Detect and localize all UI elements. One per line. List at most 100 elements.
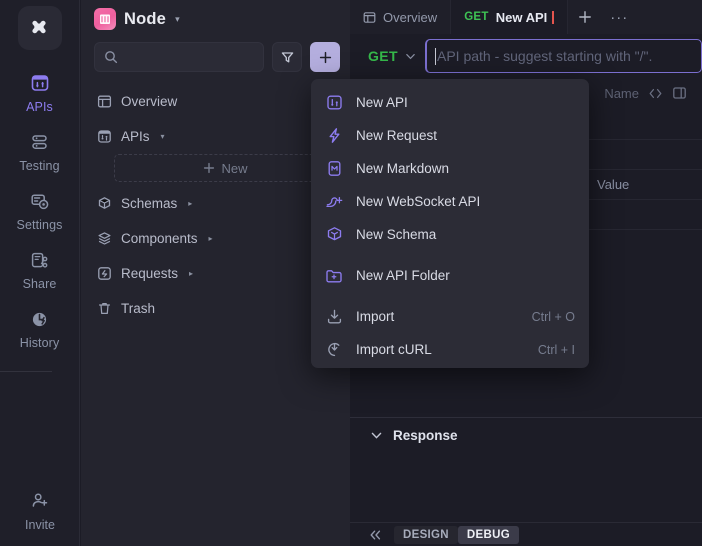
tab-label: Overview: [383, 9, 438, 25]
testing-icon: [28, 130, 52, 154]
tree-item-overview[interactable]: Overview: [81, 84, 350, 119]
schemas-icon: [96, 196, 112, 212]
side-panel-icon[interactable]: [672, 86, 687, 100]
apis-icon: [96, 129, 112, 145]
menu-item-new-api[interactable]: New API: [311, 86, 589, 119]
code-brackets-icon[interactable]: [648, 87, 663, 100]
chevron-right-icon[interactable]: ▸: [209, 234, 213, 243]
overview-icon: [363, 11, 376, 23]
sidebar-item-label: History: [19, 336, 60, 350]
invite-label: Invite: [25, 518, 55, 532]
filter-button[interactable]: [272, 42, 302, 72]
menu-separator: [311, 292, 589, 300]
apis-icon: [28, 71, 52, 95]
filter-funnel-icon: [281, 51, 293, 62]
overview-icon: [96, 94, 112, 110]
menu-item-label: New API Folder: [356, 268, 450, 283]
new-item-button[interactable]: New: [114, 154, 337, 182]
menu-item-shortcut: Ctrl + I: [537, 342, 575, 357]
sidebar-item-label: Share: [22, 277, 57, 291]
sidebar-item-label: APIs: [26, 100, 53, 114]
menu-item-label: New Markdown: [356, 161, 450, 176]
tab-new-api[interactable]: GET New API: [451, 0, 569, 34]
chevron-right-icon[interactable]: ▸: [188, 199, 192, 208]
text-caret: [434, 47, 436, 65]
invite-button[interactable]: Invite: [0, 490, 80, 532]
history-icon: [28, 307, 52, 331]
left-nav-rail: APIs Testing Settings Share History Invi…: [0, 0, 80, 546]
mode-debug-button[interactable]: DEBUG: [457, 525, 519, 544]
sidebar-item-history[interactable]: History: [0, 298, 79, 357]
tree-item-schemas[interactable]: Schemas ▸: [81, 186, 350, 221]
unsaved-indicator: [552, 10, 555, 24]
menu-item-label: New Request: [356, 128, 438, 143]
add-new-button[interactable]: [310, 42, 340, 72]
tab-overview[interactable]: Overview: [350, 0, 452, 34]
chevron-down-icon[interactable]: ▾: [175, 14, 180, 25]
tree-item-trash[interactable]: Trash: [81, 291, 350, 326]
search-icon: [105, 51, 118, 64]
chevron-right-icon[interactable]: ▸: [189, 269, 193, 278]
plus-icon: [579, 11, 592, 23]
request-url-bar: GET API path - suggest starting with "/"…: [350, 34, 702, 78]
new-tab-button[interactable]: [568, 0, 602, 34]
menu-item-label: Import cURL: [356, 342, 432, 357]
mode-switch: DESIGN DEBUG: [394, 525, 519, 544]
apidog-logo-icon: [31, 20, 46, 34]
tree-item-label: Requests: [121, 266, 179, 281]
new-item-label: New: [221, 160, 248, 176]
menu-item-new-api-folder[interactable]: New API Folder: [311, 259, 589, 292]
sidebar-item-share[interactable]: Share: [0, 239, 79, 298]
tree-item-label: Schemas: [121, 196, 178, 211]
markdown-icon: [325, 160, 343, 178]
tree-item-label: Overview: [121, 94, 178, 109]
menu-item-import-curl[interactable]: Import cURL Ctrl + I: [311, 333, 589, 366]
method-value: GET: [368, 48, 398, 64]
sidebar-item-settings[interactable]: Settings: [0, 180, 79, 239]
tree-item-components[interactable]: Components ▸: [81, 221, 350, 256]
http-method-select[interactable]: GET: [364, 40, 425, 72]
collapse-left-icon[interactable]: [368, 529, 382, 541]
menu-item-shortcut: Ctrl + O: [531, 309, 575, 324]
tab-overflow-button[interactable]: ···: [602, 0, 636, 34]
trash-icon: [96, 301, 112, 317]
new-api-row: New: [81, 154, 350, 186]
invite-user-icon: [29, 490, 51, 512]
tree-item-requests[interactable]: Requests ▸: [81, 256, 350, 291]
menu-item-new-markdown[interactable]: New Markdown: [311, 152, 589, 185]
menu-item-label: New API: [356, 95, 408, 110]
share-icon: [28, 248, 52, 272]
tree-item-label: Trash: [121, 301, 156, 316]
menu-item-import[interactable]: Import Ctrl + O: [311, 300, 589, 333]
chevron-down-icon: [406, 53, 415, 59]
menu-item-label: New WebSocket API: [356, 194, 481, 209]
rail-divider: [0, 371, 52, 372]
response-panel: Response: [350, 418, 702, 522]
plus-icon: [319, 51, 331, 63]
api-name-input[interactable]: Name: [604, 86, 639, 101]
settings-icon: [28, 189, 52, 213]
websocket-icon: [325, 193, 343, 211]
app-logo[interactable]: [17, 6, 62, 50]
tree-item-apis[interactable]: APIs ▾: [81, 119, 350, 154]
search-input[interactable]: [94, 42, 264, 72]
menu-item-label: New Schema: [356, 227, 437, 242]
bolt-icon: [325, 127, 343, 145]
api-path-input[interactable]: API path - suggest starting with "/".: [424, 39, 702, 73]
mode-design-button[interactable]: DESIGN: [394, 525, 458, 544]
project-avatar-icon: [94, 8, 116, 30]
sidebar-toolbar: [81, 38, 350, 72]
chevron-down-icon[interactable]: ▾: [161, 132, 165, 141]
response-header[interactable]: Response: [350, 418, 702, 452]
tree-item-label: APIs: [121, 129, 150, 144]
footer-bar: DESIGN DEBUG: [350, 522, 702, 546]
menu-item-new-schema[interactable]: New Schema: [311, 218, 589, 251]
tab-label: New API: [495, 9, 548, 25]
menu-item-new-request[interactable]: New Request: [311, 119, 589, 152]
components-icon: [96, 231, 112, 247]
sidebar-item-apis[interactable]: APIs: [0, 62, 79, 121]
sidebar-item-testing[interactable]: Testing: [0, 121, 79, 180]
menu-item-new-websocket-api[interactable]: New WebSocket API: [311, 185, 589, 218]
project-header[interactable]: Node ▾: [81, 0, 350, 38]
schema-cube-icon: [325, 226, 343, 244]
